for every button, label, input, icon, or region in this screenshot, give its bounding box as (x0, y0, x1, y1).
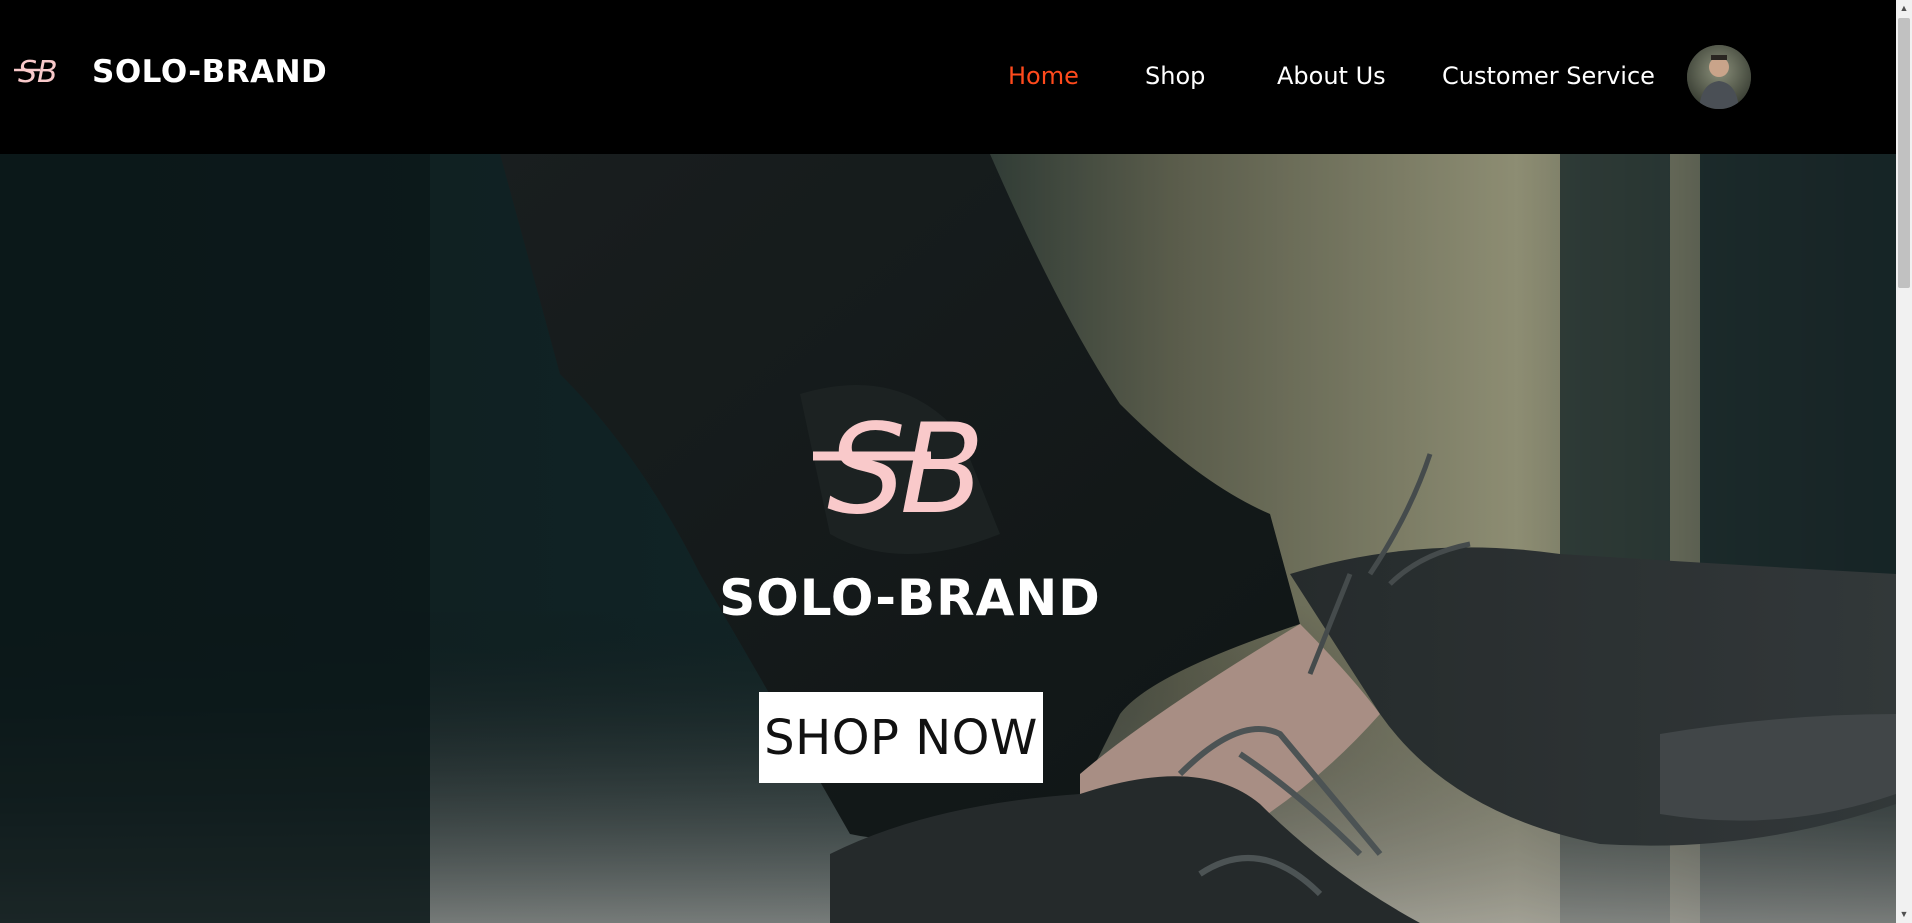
nav-about-us[interactable]: About Us (1277, 62, 1386, 90)
nav-customer-service[interactable]: Customer Service (1442, 62, 1655, 90)
svg-text:SB: SB (18, 55, 58, 90)
nav-shop[interactable]: Shop (1145, 62, 1205, 90)
shop-now-button[interactable]: SHOP NOW (759, 692, 1043, 783)
hero-background-image (0, 154, 1896, 923)
vertical-scrollbar[interactable]: ▲ ▼ (1896, 0, 1912, 923)
scroll-up-arrow-icon[interactable]: ▲ (1899, 3, 1909, 13)
hero-title: SOLO-BRAND (719, 569, 1101, 627)
nav-home[interactable]: Home (1008, 62, 1079, 90)
scrollbar-thumb[interactable] (1898, 18, 1910, 288)
sb-logo-icon[interactable]: SB (14, 50, 62, 90)
svg-text:SB: SB (827, 404, 979, 522)
page: SB SOLO-BRAND Home Shop About Us Custome… (0, 0, 1896, 923)
sb-monogram-icon: SB (813, 404, 985, 522)
scroll-down-arrow-icon[interactable]: ▼ (1899, 909, 1909, 919)
hero-section: SB SOLO-BRAND SHOP NOW (0, 154, 1896, 923)
site-header: SB SOLO-BRAND Home Shop About Us Custome… (0, 0, 1896, 154)
user-avatar-icon[interactable] (1687, 45, 1751, 109)
brand-name[interactable]: SOLO-BRAND (92, 54, 327, 90)
